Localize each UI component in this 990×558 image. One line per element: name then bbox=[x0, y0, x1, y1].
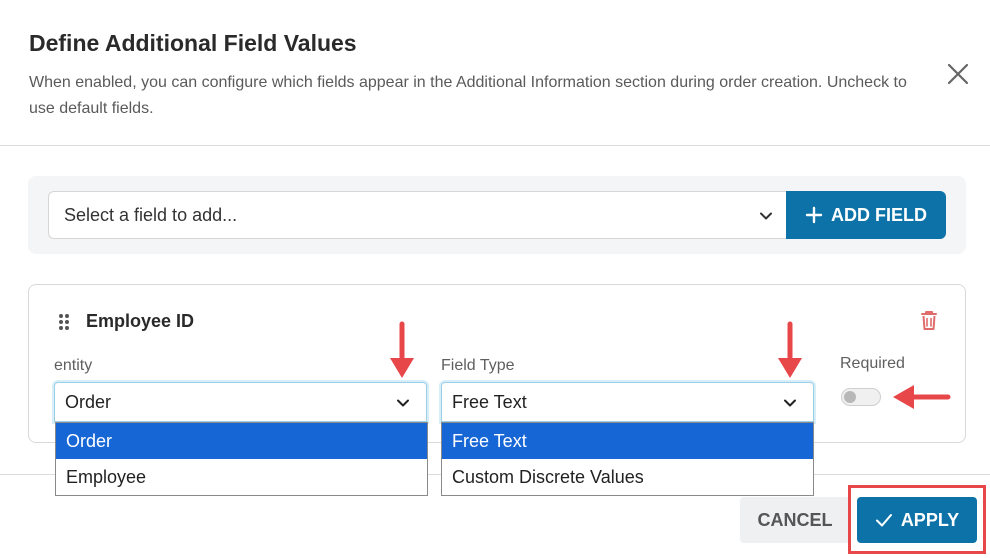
field-type-option-custom-discrete[interactable]: Custom Discrete Values bbox=[442, 459, 813, 495]
chevron-down-icon bbox=[784, 399, 796, 407]
dialog-header: Define Additional Field Values When enab… bbox=[0, 0, 990, 146]
add-field-button[interactable]: ADD FIELD bbox=[786, 191, 946, 239]
entity-select-value: Order bbox=[65, 392, 112, 412]
annotation-arrow-down-icon bbox=[390, 321, 414, 378]
dialog-description: When enabled, you can configure which fi… bbox=[29, 74, 907, 117]
add-field-button-label: ADD FIELD bbox=[831, 204, 927, 225]
plus-icon bbox=[805, 206, 823, 224]
field-card-title: Employee ID bbox=[86, 311, 195, 331]
dialog-title: Define Additional Field Values bbox=[29, 30, 357, 56]
close-icon bbox=[947, 63, 969, 85]
entity-label: entity bbox=[54, 357, 93, 374]
annotation-arrow-down-icon bbox=[778, 321, 802, 378]
entity-dropdown: Order Employee bbox=[55, 422, 428, 496]
close-button[interactable] bbox=[944, 60, 972, 88]
field-type-select-value: Free Text bbox=[452, 392, 527, 412]
field-card: Employee ID entity Order Field Type Free… bbox=[28, 284, 966, 443]
field-type-option-free-text[interactable]: Free Text bbox=[442, 423, 813, 459]
cancel-button-label: CANCEL bbox=[757, 509, 833, 530]
entity-option-employee[interactable]: Employee bbox=[56, 459, 427, 495]
entity-select[interactable]: Order bbox=[54, 382, 427, 422]
apply-button-label: APPLY bbox=[900, 509, 960, 530]
apply-button[interactable]: APPLY bbox=[857, 497, 977, 543]
required-label: Required bbox=[840, 355, 905, 372]
field-type-dropdown: Free Text Custom Discrete Values bbox=[441, 422, 814, 496]
chevron-down-icon bbox=[397, 399, 409, 407]
entity-option-order[interactable]: Order bbox=[56, 423, 427, 459]
chevron-down-icon bbox=[760, 212, 772, 220]
define-fields-dialog: Define Additional Field Values When enab… bbox=[0, 0, 990, 558]
toggle-knob bbox=[844, 391, 856, 403]
field-type-label: Field Type bbox=[441, 357, 515, 374]
annotation-arrow-left-icon bbox=[893, 385, 951, 409]
required-toggle[interactable] bbox=[841, 388, 881, 406]
field-type-select[interactable]: Free Text bbox=[441, 382, 814, 422]
trash-icon[interactable] bbox=[919, 309, 939, 331]
field-select[interactable]: Select a field to add... bbox=[48, 191, 788, 239]
add-field-panel: Select a field to add... ADD FIELD bbox=[28, 176, 966, 254]
field-select-placeholder: Select a field to add... bbox=[64, 205, 238, 225]
cancel-button[interactable]: CANCEL bbox=[740, 497, 850, 543]
drag-handle-icon[interactable] bbox=[58, 313, 70, 331]
check-icon bbox=[875, 514, 892, 527]
